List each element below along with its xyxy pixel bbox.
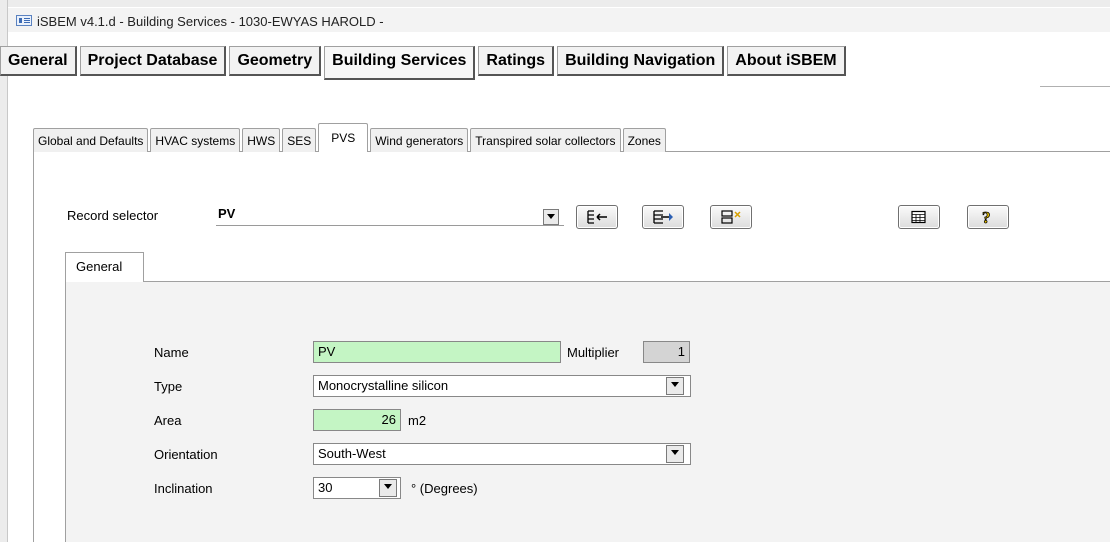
multiplier-field: 1 — [643, 341, 690, 363]
main-tab-about-isbem[interactable]: About iSBEM — [727, 46, 846, 76]
copy-record-button[interactable] — [642, 205, 684, 229]
add-record-button[interactable] — [576, 205, 618, 229]
window-title: iSBEM v4.1.d - Building Services - 1030-… — [37, 14, 384, 29]
main-tab-bar: General Project Database Geometry Buildi… — [0, 46, 849, 80]
area-label: Area — [154, 413, 182, 428]
tab-pvs[interactable]: PVS — [318, 123, 369, 152]
table-view-button[interactable] — [898, 205, 940, 229]
chevron-down-icon — [547, 214, 555, 219]
delete-record-button[interactable] — [710, 205, 752, 229]
inner-tab-baseline — [143, 281, 1110, 282]
delete-record-icon — [721, 210, 741, 224]
window-frame-left — [0, 0, 8, 542]
form-icon — [16, 15, 32, 26]
tab-general[interactable]: General — [65, 252, 144, 282]
tab-hws[interactable]: HWS — [242, 128, 281, 152]
orientation-label: Orientation — [154, 447, 218, 462]
record-selector-dropdown[interactable] — [543, 209, 559, 225]
main-tab-ratings[interactable]: Ratings — [478, 46, 555, 76]
chevron-down-icon — [671, 450, 679, 455]
main-tab-building-services[interactable]: Building Services — [324, 46, 476, 80]
sub-tab-bar: Global and Defaults HVAC systems HWS SES… — [33, 123, 668, 152]
main-tab-building-navigation[interactable]: Building Navigation — [557, 46, 725, 76]
question-mark-icon: ? — [982, 208, 991, 226]
chevron-down-icon — [384, 484, 392, 489]
record-selector-value[interactable]: PV — [218, 206, 235, 221]
area-unit: m2 — [408, 413, 427, 428]
tab-hvac-systems[interactable]: HVAC systems — [150, 128, 241, 152]
copy-record-icon — [653, 210, 673, 224]
type-label: Type — [154, 379, 183, 394]
general-tab-panel — [65, 282, 1110, 542]
tab-transpired-solar-collectors[interactable]: Transpired solar collectors — [470, 128, 621, 152]
content-left-border — [33, 151, 34, 542]
tab-ses[interactable]: SES — [282, 128, 317, 152]
orientation-select[interactable]: South-West — [313, 443, 691, 465]
main-tab-divider — [1040, 86, 1110, 87]
name-label: Name — [154, 345, 189, 360]
main-tab-project-database[interactable]: Project Database — [79, 46, 227, 76]
type-dropdown-button[interactable] — [666, 377, 684, 395]
add-record-icon — [587, 210, 607, 224]
name-field[interactable]: PV — [313, 341, 561, 363]
inclination-label: Inclination — [154, 481, 213, 496]
inclination-dropdown-button[interactable] — [379, 479, 397, 497]
inclination-unit: ° (Degrees) — [411, 481, 478, 496]
main-tab-geometry[interactable]: Geometry — [229, 46, 322, 76]
record-selector-underline — [216, 225, 564, 226]
main-tab-general[interactable]: General — [0, 46, 77, 76]
window-frame-top — [0, 0, 1110, 7]
table-icon — [911, 210, 926, 224]
chevron-down-icon — [671, 382, 679, 387]
tab-wind-generators[interactable]: Wind generators — [370, 128, 469, 152]
help-button[interactable]: ? — [967, 205, 1009, 229]
orientation-dropdown-button[interactable] — [666, 445, 684, 463]
type-select[interactable]: Monocrystalline silicon — [313, 375, 691, 397]
multiplier-label: Multiplier — [567, 345, 620, 360]
svg-text:?: ? — [982, 208, 991, 226]
record-selector-label: Record selector — [67, 208, 159, 223]
area-field[interactable]: 26 — [313, 409, 401, 431]
tab-zones[interactable]: Zones — [622, 128, 666, 152]
tab-global-and-defaults[interactable]: Global and Defaults — [33, 128, 149, 152]
